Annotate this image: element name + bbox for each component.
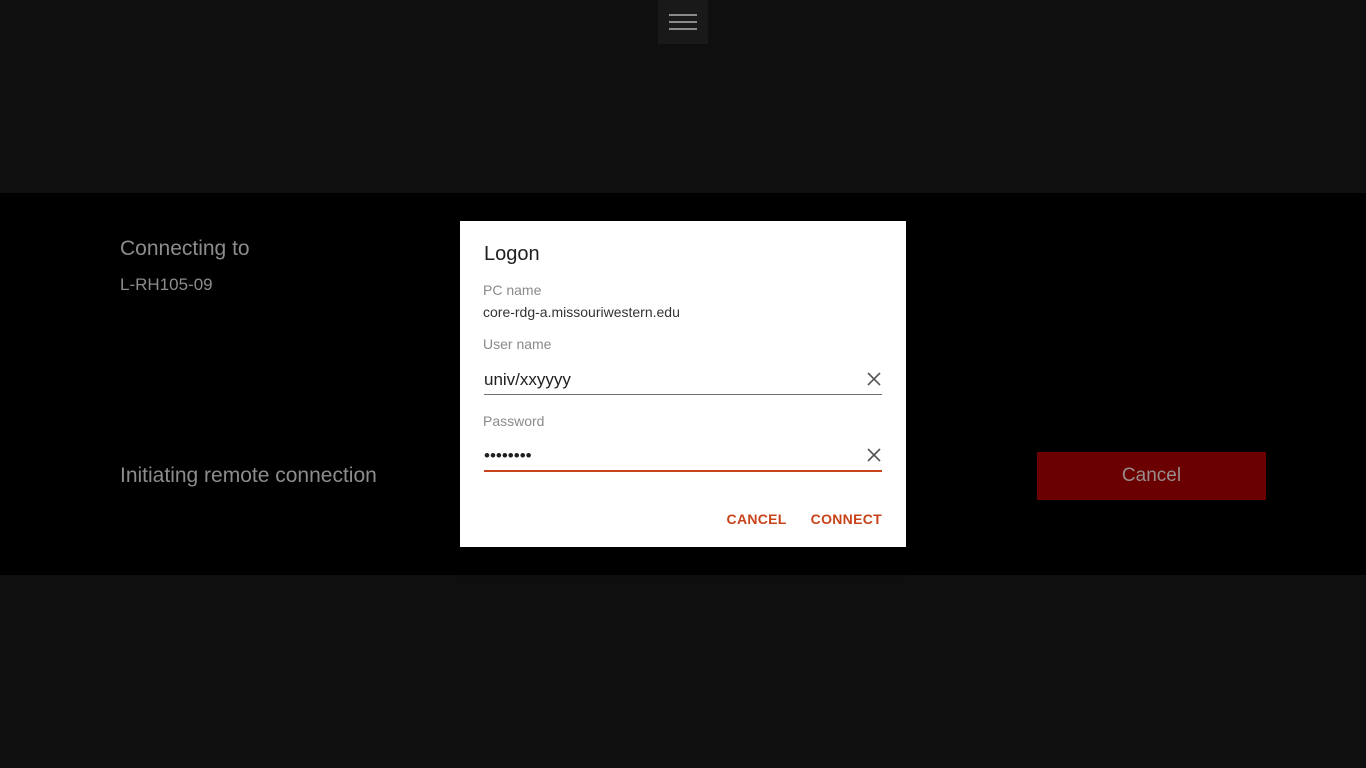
- logon-dialog: Logon PC name core-rdg-a.missouriwestern…: [460, 221, 906, 547]
- clear-password-icon[interactable]: [866, 447, 882, 463]
- cancel-connection-button[interactable]: Cancel: [1037, 452, 1266, 500]
- dialog-actions: CANCEL CONNECT: [727, 511, 882, 527]
- username-label: User name: [483, 336, 552, 352]
- password-input[interactable]: [484, 442, 854, 470]
- connecting-label: Connecting to: [120, 237, 250, 260]
- password-field-wrapper: [484, 442, 882, 472]
- remote-desktop-screen: Connecting to L-RH105-09 Initiating remo…: [0, 0, 1366, 768]
- dialog-title: Logon: [484, 243, 540, 265]
- clear-username-icon[interactable]: [866, 371, 882, 387]
- hamburger-menu-icon-bar: [669, 21, 697, 23]
- hamburger-menu-icon: [669, 14, 697, 16]
- menu-button[interactable]: [658, 0, 708, 44]
- username-input[interactable]: [484, 366, 854, 394]
- pc-name-value: core-rdg-a.missouriwestern.edu: [483, 304, 680, 320]
- password-label: Password: [483, 413, 545, 429]
- target-pc-name: L-RH105-09: [120, 275, 213, 294]
- hamburger-menu-icon-bar: [669, 28, 697, 30]
- pc-name-label: PC name: [483, 282, 542, 298]
- connection-status: Initiating remote connection: [120, 464, 377, 487]
- username-field-wrapper: [484, 366, 882, 395]
- cancel-button[interactable]: CANCEL: [727, 511, 787, 527]
- connect-button[interactable]: CONNECT: [811, 511, 882, 527]
